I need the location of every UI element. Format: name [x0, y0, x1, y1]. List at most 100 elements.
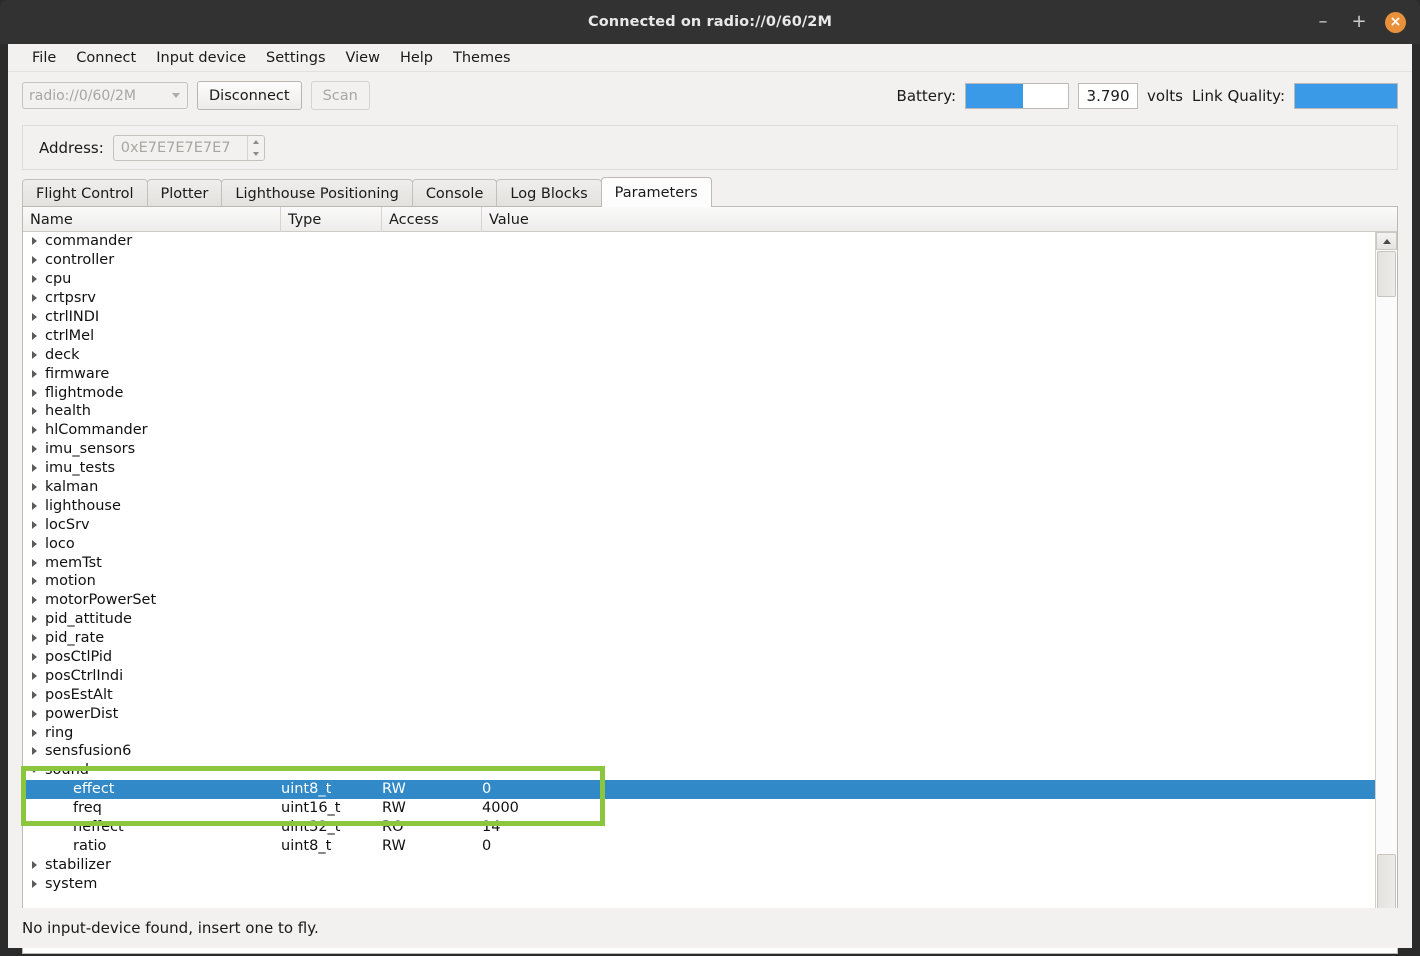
tab-log-blocks[interactable]: Log Blocks — [496, 179, 602, 207]
tree-expander[interactable] — [23, 369, 45, 378]
column-header-value[interactable]: Value — [482, 207, 1397, 232]
tree-expander[interactable] — [23, 653, 45, 662]
stepper-down-icon[interactable] — [248, 148, 264, 160]
table-row[interactable]: hlCommander — [23, 421, 1377, 440]
tree-expander[interactable] — [23, 728, 45, 737]
tree-expander[interactable] — [23, 558, 45, 567]
tree-expander[interactable] — [23, 860, 45, 869]
tree-expander[interactable] — [23, 747, 45, 756]
tree-expander[interactable] — [23, 767, 45, 773]
parameters-panel: Name Type Access Value commander controll… — [22, 206, 1398, 954]
maximize-icon[interactable]: + — [1349, 12, 1369, 32]
table-row[interactable]: ratio uint8_t RW 0 — [23, 837, 1377, 856]
tree-expander[interactable] — [23, 634, 45, 643]
table-row[interactable]: posCtrlIndi — [23, 666, 1377, 685]
menu-item-help[interactable]: Help — [390, 47, 443, 69]
table-row[interactable]: locSrv — [23, 515, 1377, 534]
table-row[interactable]: kalman — [23, 478, 1377, 497]
tree-expander[interactable] — [23, 879, 45, 888]
table-row[interactable]: lighthouse — [23, 496, 1377, 515]
table-row[interactable]: imu_sensors — [23, 440, 1377, 459]
table-row[interactable]: firmware — [23, 364, 1377, 383]
table-row[interactable]: loco — [23, 534, 1377, 553]
table-row[interactable]: posCtlPid — [23, 648, 1377, 667]
tree-expander[interactable] — [23, 256, 45, 265]
table-row[interactable]: stabilizer — [23, 855, 1377, 874]
table-row[interactable]: powerDist — [23, 704, 1377, 723]
tree-expander[interactable] — [23, 331, 45, 340]
tree-expander[interactable] — [23, 577, 45, 586]
scroll-up-button[interactable] — [1376, 232, 1397, 250]
disconnect-button[interactable]: Disconnect — [197, 81, 302, 110]
column-header-access[interactable]: Access — [382, 207, 482, 232]
tab-console[interactable]: Console — [411, 179, 498, 207]
table-row[interactable]: posEstAlt — [23, 685, 1377, 704]
table-row[interactable]: flightmode — [23, 383, 1377, 402]
menu-item-file[interactable]: File — [22, 47, 66, 69]
link-quality-label: Link Quality: — [1191, 86, 1285, 105]
tree-expander[interactable] — [23, 426, 45, 435]
tree-expander[interactable] — [23, 520, 45, 529]
table-row[interactable]: sound — [23, 761, 1377, 780]
table-row[interactable]: pid_rate — [23, 629, 1377, 648]
tree-expander[interactable] — [23, 237, 45, 246]
tree-expander[interactable] — [23, 350, 45, 359]
table-row[interactable]: controller — [23, 251, 1377, 270]
tree-expander[interactable] — [23, 539, 45, 548]
tab-plotter[interactable]: Plotter — [146, 179, 223, 207]
tree-expander[interactable] — [23, 709, 45, 718]
table-row[interactable]: deck — [23, 345, 1377, 364]
tree-expander[interactable] — [23, 671, 45, 680]
column-header-type[interactable]: Type — [281, 207, 382, 232]
radio-uri-combo[interactable]: radio://0/60/2M — [22, 82, 188, 109]
table-row[interactable]: freq uint16_t RW 4000 — [23, 799, 1377, 818]
scrollbar-thumb[interactable] — [1377, 251, 1396, 297]
tree-expander[interactable] — [23, 501, 45, 510]
table-row[interactable]: commander — [23, 232, 1377, 251]
table-row[interactable]: cpu — [23, 270, 1377, 289]
table-row[interactable]: memTst — [23, 553, 1377, 572]
minimize-icon[interactable]: – — [1313, 12, 1333, 32]
menu-item-themes[interactable]: Themes — [443, 47, 521, 69]
menu-item-input-device[interactable]: Input device — [146, 47, 256, 69]
parameter-tree[interactable]: commander controller cpu crtpsrv ctrlINDI ctr… — [23, 232, 1377, 929]
address-stepper[interactable] — [246, 135, 264, 160]
table-row[interactable]: ctrlMel — [23, 326, 1377, 345]
table-row[interactable]: imu_tests — [23, 459, 1377, 478]
tree-expander[interactable] — [23, 690, 45, 699]
close-icon[interactable]: × — [1385, 11, 1406, 33]
tree-expander[interactable] — [23, 313, 45, 321]
tree-expander[interactable] — [23, 596, 45, 605]
tree-expander[interactable] — [23, 407, 45, 416]
stepper-up-icon[interactable] — [248, 136, 264, 148]
table-row[interactable]: ctrlINDI — [23, 308, 1377, 327]
table-row[interactable]: crtpsrv — [23, 289, 1377, 308]
table-row[interactable]: neffect uint32_t RO 14 — [23, 818, 1377, 837]
tree-expander[interactable] — [23, 464, 45, 473]
tree-expander[interactable] — [23, 445, 45, 454]
tree-expander[interactable] — [23, 275, 45, 284]
cell-value: 4000 — [482, 800, 519, 817]
menu-item-view[interactable]: View — [336, 47, 390, 69]
menu-item-connect[interactable]: Connect — [66, 47, 146, 69]
table-row[interactable]: pid_attitude — [23, 610, 1377, 629]
table-row[interactable]: system — [23, 874, 1377, 893]
table-row[interactable]: health — [23, 402, 1377, 421]
tab-flight-control[interactable]: Flight Control — [22, 179, 148, 207]
tree-expander[interactable] — [23, 294, 45, 303]
vertical-scrollbar[interactable] — [1375, 232, 1397, 929]
tree-expander[interactable] — [23, 615, 45, 624]
table-row[interactable]: motorPowerSet — [23, 591, 1377, 610]
tab-lighthouse-positioning[interactable]: Lighthouse Positioning — [221, 179, 413, 207]
tab-parameters[interactable]: Parameters — [600, 177, 712, 207]
menu-item-settings[interactable]: Settings — [256, 47, 335, 69]
address-input[interactable]: 0xE7E7E7E7E7 — [112, 134, 265, 161]
table-row[interactable]: sensfusion6 — [23, 742, 1377, 761]
scrollbar-thumb-lower[interactable] — [1377, 854, 1396, 910]
tree-expander[interactable] — [23, 483, 45, 492]
tree-expander[interactable] — [23, 388, 45, 397]
table-row[interactable]: motion — [23, 572, 1377, 591]
column-header-name[interactable]: Name — [23, 207, 281, 232]
table-row[interactable]: ring — [23, 723, 1377, 742]
table-row[interactable]: effect uint8_t RW 0 — [23, 779, 1377, 799]
